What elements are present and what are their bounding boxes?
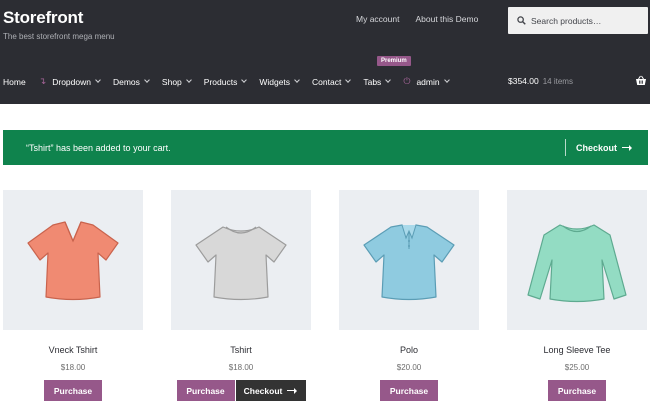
nav-item-label: Products [203,76,238,87]
cart-notice: “Tshirt” has been added to your cart. Ch… [3,130,648,165]
product-price: $20.00 [396,363,422,372]
chevron-down-icon [95,77,101,83]
site-tagline: The best storefront mega menu [3,32,115,41]
secondary-nav: My account About this Demo [356,14,478,24]
basket-icon[interactable] [635,75,647,86]
product-price: $25.00 [564,363,590,372]
primary-nav: Home ↴ Dropdown Demos Shop Products Widg… [3,76,462,87]
notice-checkout-label: Checkout [575,142,617,153]
chevron-down-icon [144,77,150,83]
product-title[interactable]: Vneck Tshirt [3,345,143,355]
chevron-down-icon [241,77,248,83]
nav-item-admin[interactable]: ⏻ admin [403,76,450,87]
cart-total: $354.00 [508,76,539,86]
premium-badge: Premium [377,56,411,66]
nav-item-dropdown[interactable]: ↴ Dropdown [38,76,101,87]
checkout-button[interactable]: Checkout [235,380,306,401]
tshirt-image [195,226,287,301]
product-actions: Purchase [3,380,143,401]
site-title[interactable]: Storefront [3,8,83,28]
arrow-icon: ↴ [38,76,47,86]
arrow-right-icon [287,387,298,394]
product-actions: Purchase [339,380,479,401]
product-card-polo: Polo $20.00 Purchase [339,190,479,401]
product-price: $18.00 [228,363,254,372]
search-placeholder: Search products… [531,15,602,26]
cart-count: 14 items [542,77,573,86]
nav-item-products[interactable]: Products [203,76,248,87]
purchase-button[interactable]: Purchase [44,380,102,401]
checkout-label: Checkout [243,385,283,396]
purchase-button[interactable]: Purchase [176,380,235,401]
product-card-long-sleeve-tee: Long Sleeve Tee $25.00 Purchase [507,190,647,401]
nav-item-demos[interactable]: Demos [112,76,150,87]
nav-item-label: Widgets [259,76,291,87]
product-image[interactable] [3,190,143,330]
chevron-down-icon [443,77,450,83]
nav-item-label: Tabs [363,76,382,87]
purchase-button[interactable]: Purchase [380,380,438,401]
nav-item-label: Dropdown [52,76,91,87]
nav-item-label: Shop [161,76,182,87]
nav-item-label: admin [416,76,440,87]
polo-image [363,224,455,301]
power-icon: ⏻ [403,76,411,86]
nav-item-label: Contact [312,76,342,87]
product-price: $18.00 [60,363,86,372]
product-image[interactable] [339,190,479,330]
product-title[interactable]: Long Sleeve Tee [507,345,647,355]
product-image[interactable] [171,190,311,330]
cart-summary[interactable]: $354.00 14 items [508,76,573,86]
chevron-down-icon [345,77,352,83]
nav-item-shop[interactable]: Shop [161,76,192,87]
notice-message: “Tshirt” has been added to your cart. [26,142,171,153]
product-actions: Purchase [507,380,647,401]
nav-item-label: Demos [112,76,140,87]
about-demo-link[interactable]: About this Demo [415,14,478,24]
my-account-link[interactable]: My account [356,14,399,24]
chevron-down-icon [385,77,392,83]
chevron-down-icon [185,77,192,83]
nav-item-widgets[interactable]: Widgets [259,76,300,87]
product-card-vneck-tshirt: Vneck Tshirt $18.00 Purchase [3,190,143,401]
nav-item-contact[interactable]: Contact [312,76,352,87]
search-input[interactable]: Search products… [508,7,648,34]
notice-checkout-button[interactable]: Checkout [566,143,648,153]
nav-item-home[interactable]: Home [3,77,26,87]
product-image[interactable] [507,190,647,330]
product-card-tshirt: Tshirt $18.00 Purchase Checkout [171,190,311,401]
vneck-tshirt-image [27,221,119,301]
site-header: Storefront The best storefront mega menu… [0,0,650,104]
nav-item-tabs[interactable]: Tabs [363,76,392,87]
product-title[interactable]: Polo [339,345,479,355]
long-sleeve-tee-image [527,224,627,303]
purchase-button[interactable]: Purchase [548,380,606,401]
search-icon [517,16,526,25]
nav-item-label: Home [3,76,26,87]
product-title[interactable]: Tshirt [171,345,311,355]
product-actions: Purchase Checkout [171,380,311,401]
chevron-down-icon [294,77,300,83]
arrow-right-icon [622,144,632,151]
